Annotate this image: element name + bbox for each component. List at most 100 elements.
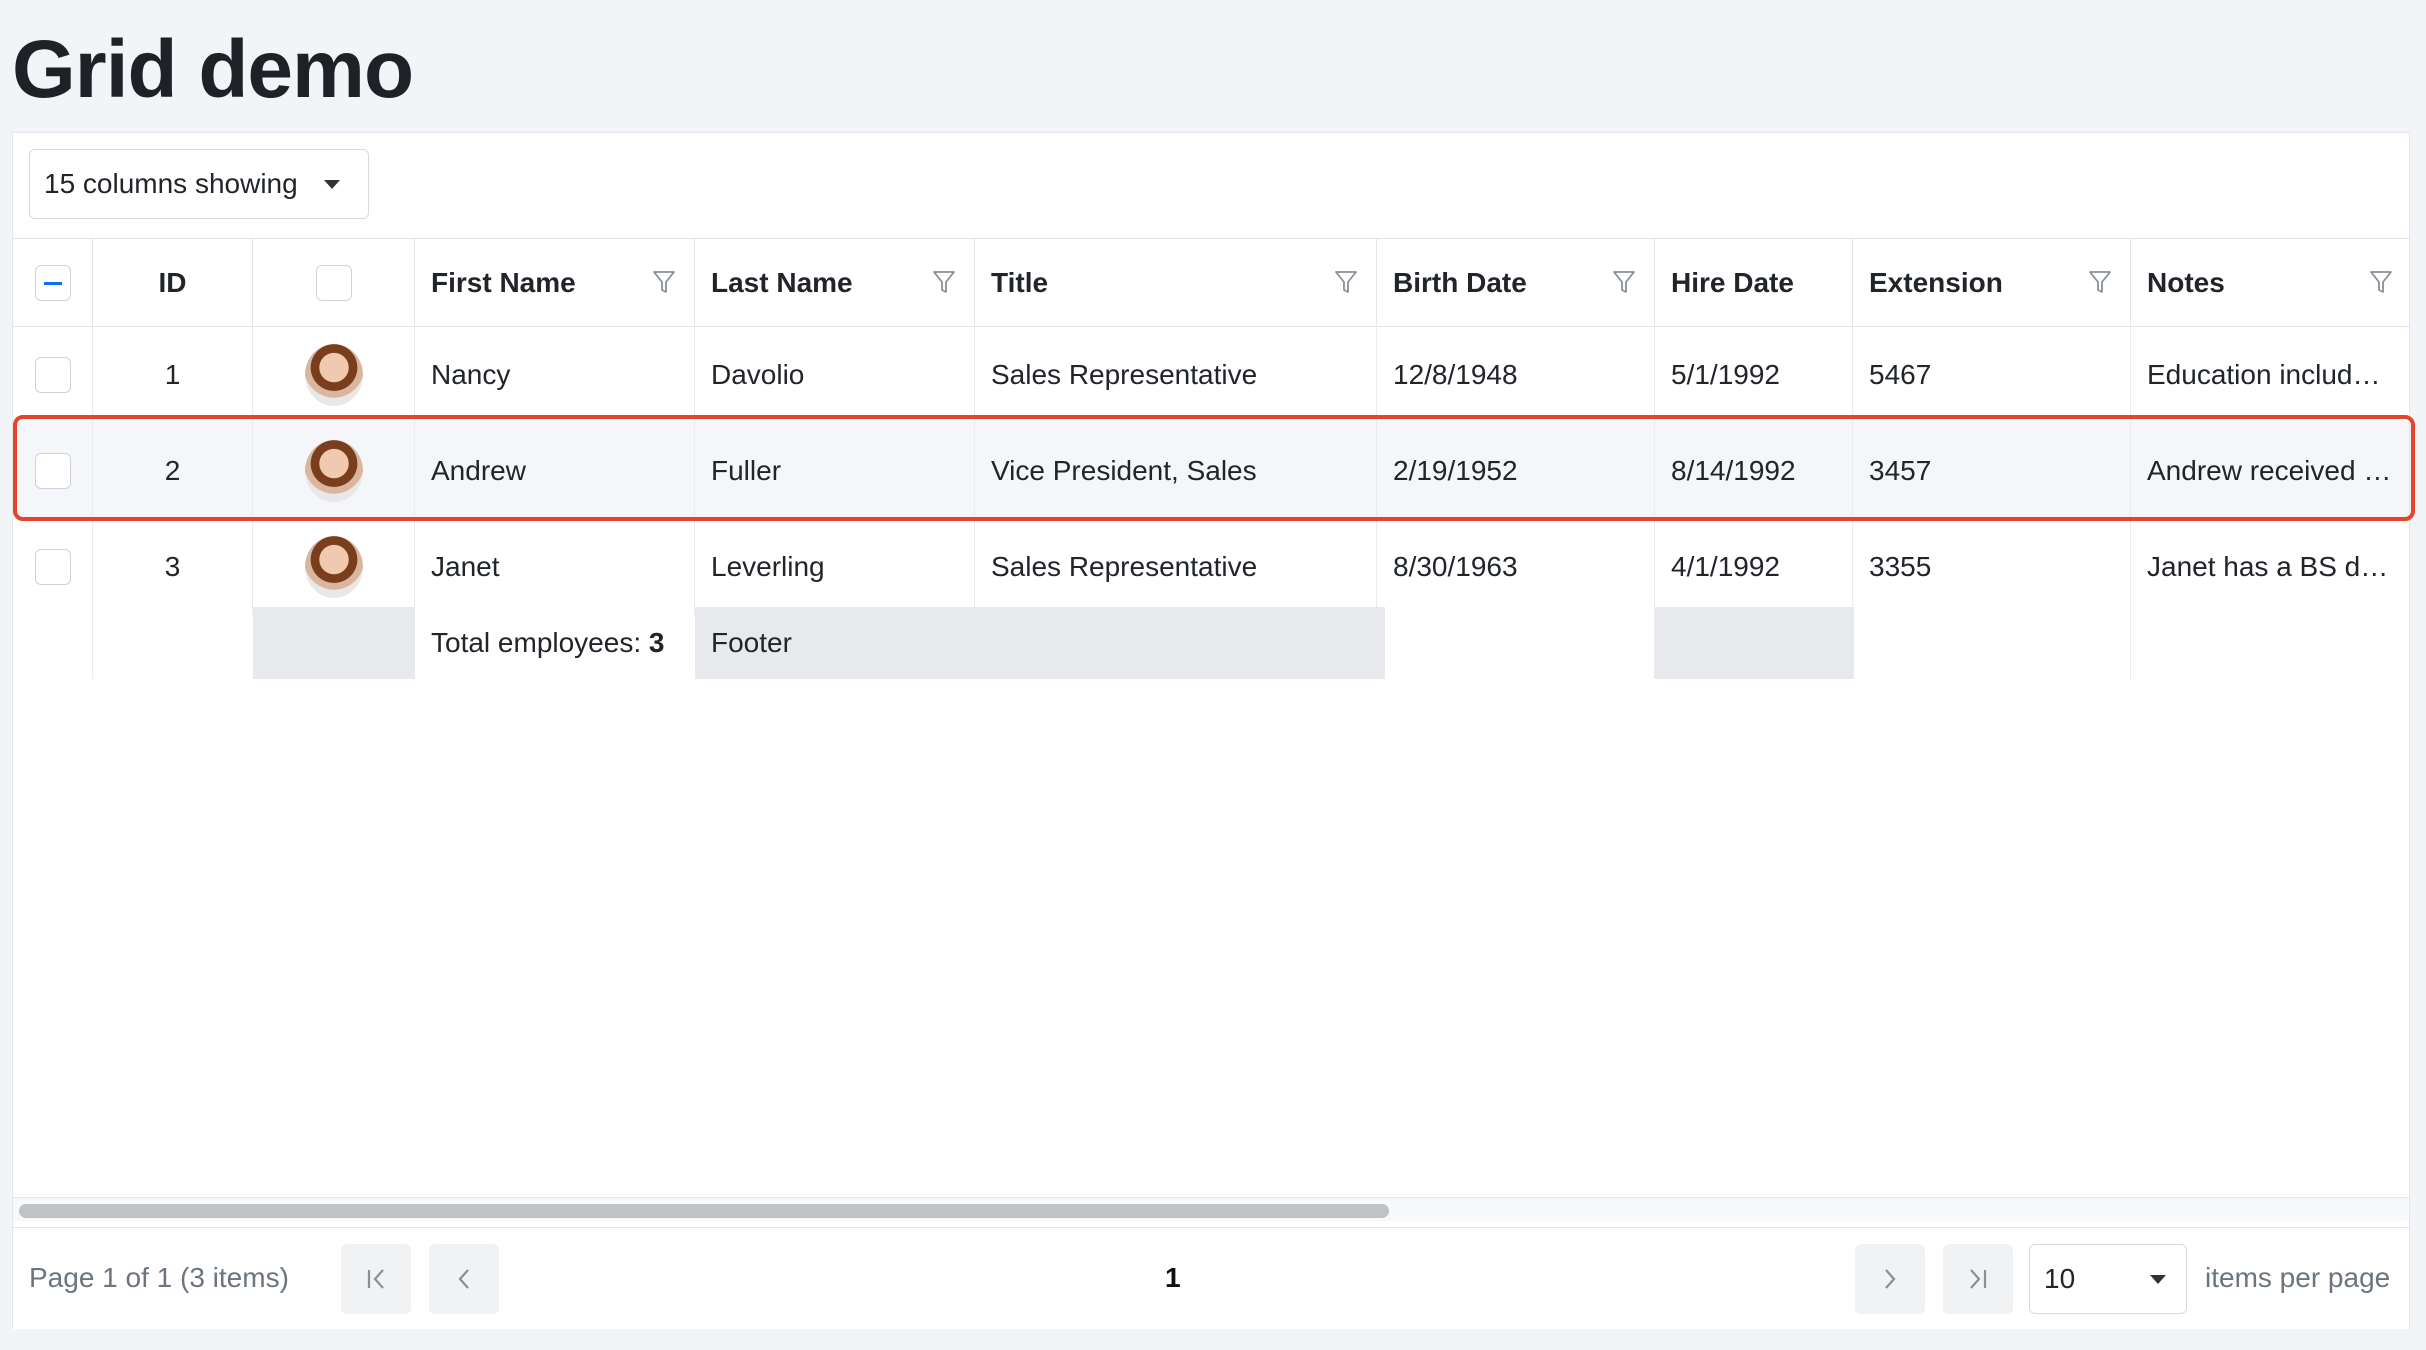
select-all-cell <box>13 239 93 327</box>
cell-photo <box>253 327 415 423</box>
filter-icon[interactable] <box>1612 269 1636 295</box>
footer-cell <box>1655 607 1853 679</box>
items-per-page-label: items per page <box>2205 1262 2391 1293</box>
cell-title: Vice President, Sales <box>975 423 1377 519</box>
cell-notes: Andrew received … <box>2147 455 2392 486</box>
last-page-button[interactable] <box>1943 1244 2013 1314</box>
horizontal-scrollbar[interactable] <box>13 1197 2409 1221</box>
filter-icon[interactable] <box>932 269 956 295</box>
avatar <box>304 440 363 502</box>
first-page-button[interactable] <box>341 1244 411 1314</box>
chevron-down-icon <box>324 179 340 189</box>
column-header-label: First Name <box>431 267 576 298</box>
cell-first-name: Nancy <box>415 327 695 423</box>
row-select-cell <box>13 423 93 519</box>
cell-title: Sales Representative <box>975 327 1377 423</box>
cell-birth-date: 2/19/1952 <box>1377 423 1655 519</box>
select-all-checkbox[interactable] <box>34 265 71 301</box>
column-header-extension[interactable]: Extension <box>1853 239 2131 327</box>
cell-extension: 3457 <box>1853 423 2131 519</box>
footer-total-count: 3 <box>648 627 665 658</box>
row-select-cell <box>13 327 93 423</box>
column-header-label: ID <box>158 267 187 298</box>
cell-notes: Education includ… <box>2147 359 2381 390</box>
avatar <box>304 536 363 598</box>
table-row[interactable]: 3 Janet Leverling Sales Representative 8… <box>13 519 2409 615</box>
table-row[interactable]: 1 Nancy Davolio Sales Representative 12/… <box>13 327 2409 423</box>
column-header-label: Hire Date <box>1671 267 1794 298</box>
cell-photo <box>253 519 415 615</box>
column-header-hire-date[interactable]: Hire Date <box>1655 239 1853 327</box>
scrollbar-thumb[interactable] <box>19 1204 1389 1218</box>
filter-icon[interactable] <box>652 269 676 295</box>
footer-total: Total employees: 3 <box>415 607 695 679</box>
cell-extension: 3355 <box>1853 519 2131 615</box>
cell-title: Sales Representative <box>975 519 1377 615</box>
column-header-id[interactable]: ID <box>93 239 253 327</box>
cell-birth-date: 8/30/1963 <box>1377 519 1655 615</box>
prev-page-icon <box>458 1269 469 1289</box>
column-chooser-dropdown[interactable]: 15 columns showing <box>29 149 369 219</box>
avatar <box>304 344 363 406</box>
cell-hire-date: 8/14/1992 <box>1655 423 1853 519</box>
row-checkbox[interactable] <box>34 357 71 393</box>
first-page-icon <box>367 1269 384 1289</box>
cell-last-name: Leverling <box>695 519 975 615</box>
cell-birth-date: 12/8/1948 <box>1377 327 1655 423</box>
pager: Page 1 of 1 (3 items) 1 10 items per pag… <box>13 1227 2409 1329</box>
column-header-label: Last Name <box>711 267 853 298</box>
cell-hire-date: 5/1/1992 <box>1655 327 1853 423</box>
grid-footer-row: Total employees: 3 Footer <box>13 607 2409 679</box>
column-header-birth-date[interactable]: Birth Date <box>1377 239 1655 327</box>
filter-icon[interactable] <box>2369 269 2393 295</box>
footer-total-label: Total employees: <box>431 627 649 658</box>
footer-cell <box>2131 607 2411 679</box>
last-page-icon <box>1970 1269 1987 1289</box>
cell-first-name: Janet <box>415 519 695 615</box>
data-grid: 15 columns showing ID First Name Last Na… <box>12 132 2415 1329</box>
pager-info: Page 1 of 1 (3 items) <box>29 1262 289 1293</box>
column-header-first-name[interactable]: First Name <box>415 239 695 327</box>
photo-column-checkbox[interactable] <box>315 265 352 301</box>
filter-icon[interactable] <box>1334 269 1358 295</box>
cell-extension: 5467 <box>1853 327 2131 423</box>
next-page-button[interactable] <box>1855 1244 1925 1314</box>
row-checkbox[interactable] <box>34 549 71 585</box>
footer-cell <box>253 607 415 679</box>
cell-id: 2 <box>93 423 253 519</box>
cell-photo <box>253 423 415 519</box>
footer-cell <box>93 607 253 679</box>
footer-cell <box>1853 607 2131 679</box>
column-header-label: Birth Date <box>1393 267 1527 298</box>
cell-id: 1 <box>93 327 253 423</box>
prev-page-button[interactable] <box>429 1244 499 1314</box>
footer-cell <box>1385 607 1655 679</box>
footer-cell <box>13 607 93 679</box>
cell-notes: Janet has a BS d… <box>2147 551 2389 582</box>
column-header-last-name[interactable]: Last Name <box>695 239 975 327</box>
indeterminate-icon <box>43 281 62 285</box>
column-header-label: Notes <box>2147 267 2225 298</box>
cell-hire-date: 4/1/1992 <box>1655 519 1853 615</box>
row-checkbox[interactable] <box>34 453 71 489</box>
footer-last-name: Footer <box>695 607 1385 679</box>
column-header-label: Title <box>991 267 1049 298</box>
grid-toolbar: 15 columns showing <box>13 133 2409 239</box>
row-select-cell <box>13 519 93 615</box>
grid-header-row: ID First Name Last Name Title Birth Date… <box>13 239 2409 327</box>
chevron-down-icon <box>2150 1274 2166 1284</box>
cell-last-name: Davolio <box>695 327 975 423</box>
column-header-title[interactable]: Title <box>975 239 1377 327</box>
page-number-current[interactable]: 1 <box>1165 1228 1181 1328</box>
page-size-dropdown[interactable]: 10 <box>2029 1244 2187 1314</box>
cell-last-name: Fuller <box>695 423 975 519</box>
column-header-label: Extension <box>1869 267 2003 298</box>
column-chooser-label: 15 columns showing <box>44 168 298 199</box>
table-row[interactable]: 2 Andrew Fuller Vice President, Sales 2/… <box>13 423 2409 519</box>
filter-icon[interactable] <box>2088 269 2112 295</box>
column-header-photo <box>253 239 415 327</box>
cell-id: 3 <box>93 519 253 615</box>
page-title: Grid demo <box>12 24 414 115</box>
column-header-notes[interactable]: Notes <box>2131 239 2411 327</box>
cell-first-name: Andrew <box>415 423 695 519</box>
